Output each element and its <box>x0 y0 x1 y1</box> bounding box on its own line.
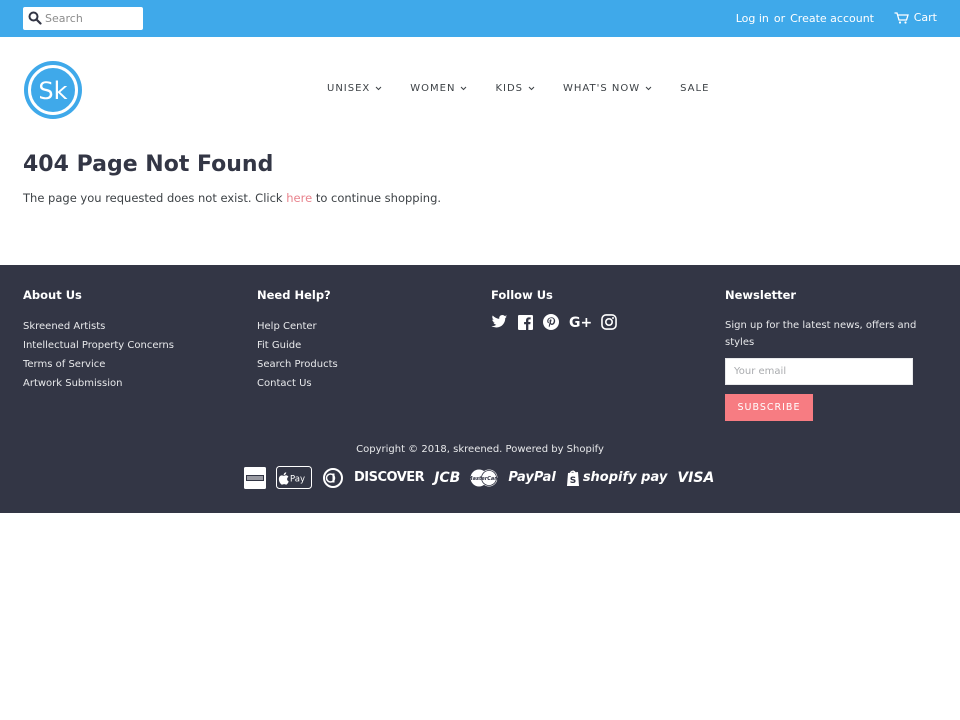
footer-link[interactable]: Artwork Submission <box>23 374 174 393</box>
site-logo[interactable]: Sk <box>23 60 83 120</box>
footer-link[interactable]: Intellectual Property Concerns <box>23 336 174 355</box>
footer-help: Need Help? Help Center Fit Guide Search … <box>257 288 338 393</box>
search-input[interactable] <box>45 7 141 30</box>
apple-pay-icon: Pay <box>276 466 312 489</box>
facebook-icon[interactable] <box>518 314 533 330</box>
footer-heading: Need Help? <box>257 288 331 302</box>
nav-label: SALE <box>680 83 710 94</box>
newsletter-text: Sign up for the latest news, offers and … <box>725 320 917 348</box>
svg-text:S: S <box>570 476 576 486</box>
nav-unisex[interactable]: UNISEX <box>327 83 382 94</box>
main-nav: UNISEX WOMEN KIDS WHAT'S NOW SALE <box>327 83 737 94</box>
announcement-bar: Log in or Create account Cart <box>0 0 960 37</box>
discover-icon: DISCOVER <box>354 470 425 485</box>
svg-text:MasterCard: MasterCard <box>470 476 498 482</box>
nav-women[interactable]: WOMEN <box>410 83 467 94</box>
page-title: 404 Page Not Found <box>23 152 274 177</box>
search-box[interactable] <box>23 7 143 30</box>
footer-link[interactable]: Search Products <box>257 355 338 374</box>
diners-club-icon <box>322 467 344 489</box>
footer-heading: Follow Us <box>491 288 553 302</box>
jcb-icon: JCB <box>434 469 461 486</box>
mastercard-icon: MasterCard <box>470 469 498 487</box>
footer-heading: About Us <box>23 288 82 302</box>
nav-whats-now[interactable]: WHAT'S NOW <box>563 83 652 94</box>
footer-link[interactable]: Terms of Service <box>23 355 174 374</box>
chevron-down-icon <box>375 86 382 91</box>
footer-link[interactable]: Contact Us <box>257 374 338 393</box>
footer-about: About Us Skreened Artists Intellectual P… <box>23 288 174 393</box>
nav-sale[interactable]: SALE <box>680 83 709 94</box>
cart-label: Cart <box>913 11 937 24</box>
nav-kids[interactable]: KIDS <box>495 83 535 94</box>
chevron-down-icon <box>645 86 652 91</box>
continue-shopping-link[interactable]: here <box>286 191 312 205</box>
payment-icons: Pay DISCOVER JCB MasterCard PayPal S sho… <box>244 466 724 489</box>
nav-label: WHAT'S NOW <box>563 83 641 94</box>
paypal-icon: PayPal <box>508 470 556 485</box>
footer-link[interactable]: Help Center <box>257 317 338 336</box>
account-links: Log in or Create account <box>736 12 874 25</box>
message-before: The page you requested does not exist. C… <box>23 191 287 205</box>
cart-link[interactable]: Cart <box>894 11 937 24</box>
footer-link[interactable]: Fit Guide <box>257 336 338 355</box>
login-link[interactable]: Log in <box>736 12 769 25</box>
svg-text:G+: G+ <box>569 315 591 329</box>
chevron-down-icon <box>461 86 467 91</box>
shopify-pay-icon: S shopify pay <box>566 469 668 487</box>
copyright: Copyright © 2018, skreened. Powered by S… <box>356 444 604 455</box>
twitter-icon[interactable] <box>491 315 508 329</box>
american-express-icon <box>244 466 266 489</box>
footer-link[interactable]: Skreened Artists <box>23 317 174 336</box>
nav-label: WOMEN <box>410 83 456 94</box>
page-message: The page you requested does not exist. C… <box>23 191 441 205</box>
shopify-pay-label: shopify pay <box>582 470 668 485</box>
svg-text:Pay: Pay <box>290 475 305 485</box>
search-icon[interactable] <box>28 11 42 25</box>
pinterest-icon[interactable] <box>543 314 559 330</box>
newsletter-email-input[interactable] <box>725 358 913 385</box>
nav-label: UNISEX <box>327 83 371 94</box>
google-plus-icon[interactable]: G+ <box>569 315 591 329</box>
logo-mark: Sk <box>24 61 82 119</box>
social-icons: G+ <box>491 314 627 330</box>
logo-text: Sk <box>38 77 67 105</box>
chevron-down-icon <box>528 86 535 91</box>
create-account-link[interactable]: Create account <box>790 12 874 25</box>
or-text: or <box>773 12 786 25</box>
cart-icon <box>894 11 909 24</box>
subscribe-button[interactable]: SUBSCRIBE <box>725 394 813 421</box>
instagram-icon[interactable] <box>601 314 617 330</box>
footer-follow: Follow Us G+ <box>491 288 627 330</box>
footer-newsletter: Newsletter Sign up for the latest news, … <box>725 288 925 421</box>
nav-label: KIDS <box>495 83 524 94</box>
footer-heading: Newsletter <box>725 288 797 302</box>
site-footer: About Us Skreened Artists Intellectual P… <box>0 265 960 513</box>
message-after: to continue shopping. <box>312 191 442 205</box>
visa-icon: VISA <box>677 469 715 486</box>
